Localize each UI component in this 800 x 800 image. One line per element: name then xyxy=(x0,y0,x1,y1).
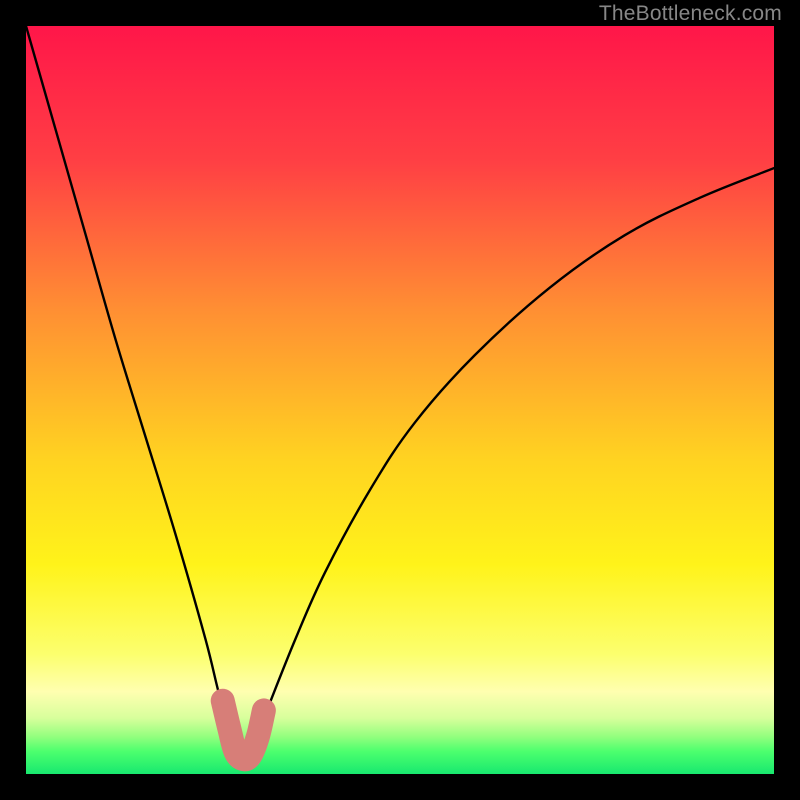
chart-frame-bottom xyxy=(0,774,800,800)
chart-frame-right xyxy=(774,0,800,800)
bottleneck-chart-svg xyxy=(26,26,774,774)
watermark-text: TheBottleneck.com xyxy=(599,2,782,26)
chart-plot-area xyxy=(26,26,774,774)
chart-frame-left xyxy=(0,0,26,800)
gradient-background xyxy=(26,26,774,774)
